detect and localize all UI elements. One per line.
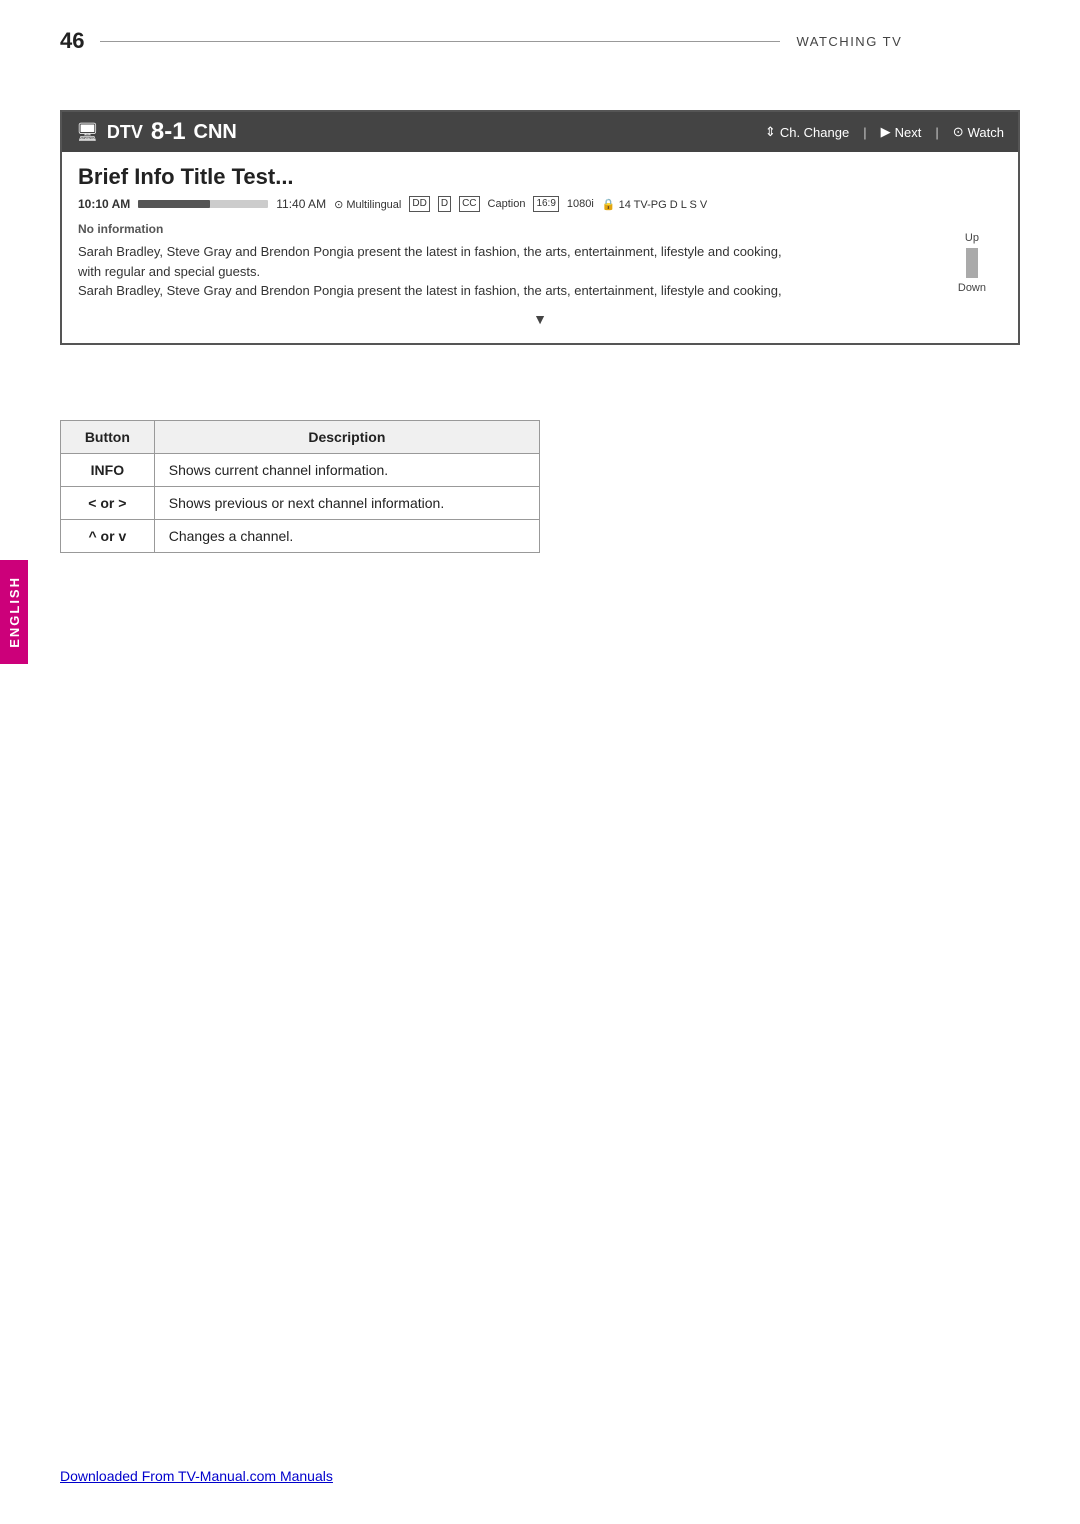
description-line3: Sarah Bradley, Steve Gray and Brendon Po… xyxy=(78,281,952,301)
download-link[interactable]: Downloaded From TV-Manual.com Manuals xyxy=(60,1468,333,1484)
down-arrow-icon: ▼ xyxy=(78,311,1002,327)
scroll-up-label: Up xyxy=(965,232,979,244)
table-header-row: Button Description xyxy=(61,421,540,454)
dtv-label: DTV xyxy=(107,122,143,143)
description-line2: with regular and special guests. xyxy=(78,262,952,282)
language-label: ENGLISH xyxy=(7,576,22,648)
time-end: 11:40 AM xyxy=(276,197,326,211)
time-bar: 10:10 AM 11:40 AM ⊙ Multilingual DD D CC… xyxy=(78,196,1002,212)
channel-number: 8-1 xyxy=(151,118,186,146)
tag-multilingual: ⊙ Multilingual xyxy=(334,198,401,211)
channel-info: 🖥 DTV 8-1 CNN xyxy=(76,118,237,146)
ctrl-divider2: | xyxy=(935,125,938,140)
footer-link[interactable]: Downloaded From TV-Manual.com Manuals xyxy=(60,1468,333,1484)
tv-topbar: 🖥 DTV 8-1 CNN ⇕ Ch. Change | ▶ Next | ⊙ … xyxy=(62,112,1018,152)
updown-icon: ⇕ xyxy=(765,124,776,140)
progress-fill xyxy=(138,200,210,208)
tag-lock: 🔒 14 TV-PG D L S V xyxy=(602,198,707,211)
description-block: Sarah Bradley, Steve Gray and Brendon Po… xyxy=(78,242,1002,301)
badge-169: 16:9 xyxy=(533,196,558,212)
no-info-label: No information xyxy=(78,222,1002,236)
language-sidebar: ENGLISH xyxy=(0,560,28,664)
table-row: < or > Shows previous or next channel in… xyxy=(61,487,540,520)
dtv-icon: 🖥 xyxy=(76,122,99,143)
desc-cell-1: Shows previous or next channel informati… xyxy=(154,487,539,520)
next-control[interactable]: ▶ Next xyxy=(881,124,922,140)
description-line1: Sarah Bradley, Steve Gray and Brendon Po… xyxy=(78,242,952,262)
tv-info-panel: 🖥 DTV 8-1 CNN ⇕ Ch. Change | ▶ Next | ⊙ … xyxy=(60,110,1020,345)
tag-1080i: 1080i xyxy=(567,198,594,210)
watch-label: Watch xyxy=(968,125,1004,140)
desc-cell-2: Changes a channel. xyxy=(154,520,539,553)
scrollbar[interactable]: Up Down xyxy=(958,232,986,294)
section-title: WATCHING TV xyxy=(796,34,902,49)
ch-change-control[interactable]: ⇕ Ch. Change xyxy=(765,124,849,140)
button-cell-2: ^ or v xyxy=(61,520,155,553)
progress-bar xyxy=(138,200,268,208)
ctrl-divider1: | xyxy=(863,125,866,140)
col-header-button: Button xyxy=(61,421,155,454)
desc-cell-0: Shows current channel information. xyxy=(154,454,539,487)
badge-cc: CC xyxy=(459,196,479,212)
description-wrapper: No information Sarah Bradley, Steve Gray… xyxy=(78,222,1002,301)
channel-name: CNN xyxy=(194,121,237,144)
table-row: ^ or v Changes a channel. xyxy=(61,520,540,553)
page-number: 46 xyxy=(60,28,84,54)
watch-circle-icon: ⊙ xyxy=(953,124,964,140)
button-cell-0: INFO xyxy=(61,454,155,487)
program-title: Brief Info Title Test... xyxy=(78,164,1002,190)
next-label: Next xyxy=(895,125,922,140)
tv-content: Brief Info Title Test... 10:10 AM 11:40 … xyxy=(62,152,1018,343)
badge-dd: DD xyxy=(409,196,429,212)
table-row: INFO Shows current channel information. xyxy=(61,454,540,487)
badge-d: D xyxy=(438,196,451,212)
page-header: 46 WATCHING TV xyxy=(60,28,902,54)
ch-change-label: Ch. Change xyxy=(780,125,849,140)
tv-controls: ⇕ Ch. Change | ▶ Next | ⊙ Watch xyxy=(765,124,1004,140)
watch-control[interactable]: ⊙ Watch xyxy=(953,124,1004,140)
header-divider xyxy=(100,41,780,42)
tag-caption: Caption xyxy=(488,198,526,210)
scroll-down-label: Down xyxy=(958,282,986,294)
time-start: 10:10 AM xyxy=(78,197,130,211)
next-arrow-icon: ▶ xyxy=(881,124,891,140)
info-table: Button Description INFO Shows current ch… xyxy=(60,420,540,553)
button-cell-1: < or > xyxy=(61,487,155,520)
col-header-description: Description xyxy=(154,421,539,454)
scroll-thumb[interactable] xyxy=(966,248,978,278)
